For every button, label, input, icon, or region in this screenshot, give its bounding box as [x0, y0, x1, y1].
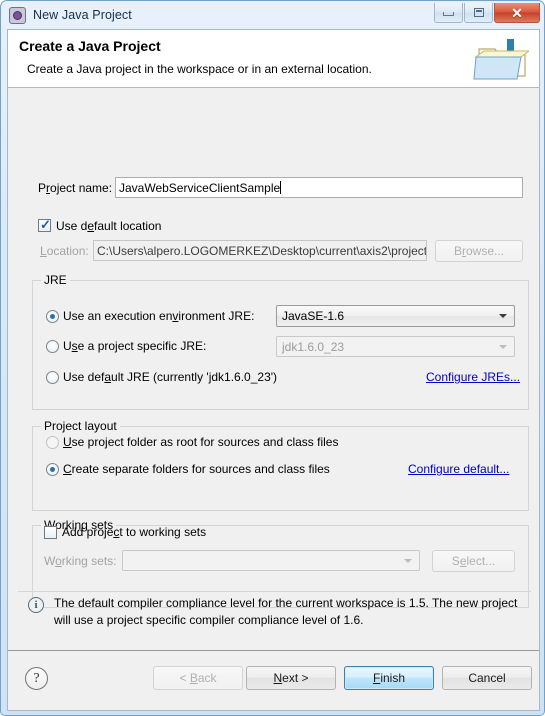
select-working-sets-button: Select... [432, 550, 515, 572]
radio-project-folder-root[interactable] [46, 436, 59, 449]
info-message-line2: will use a project specific compiler com… [54, 613, 364, 627]
jre-group-title: JRE [41, 273, 70, 287]
project-name-input[interactable]: JavaWebServiceClientSample [115, 177, 523, 198]
working-sets-label: Working sets: [44, 554, 117, 568]
info-message-line1: The default compiler compliance level fo… [54, 596, 518, 610]
back-label: < Back [179, 671, 217, 685]
java-project-icon [9, 6, 26, 24]
window-controls: ✕ [433, 3, 540, 23]
minimize-button[interactable] [434, 3, 463, 23]
add-project-to-working-sets-checkbox[interactable] [44, 526, 57, 539]
finish-label: Finish [372, 671, 406, 685]
radio-separate-folders[interactable] [46, 463, 59, 476]
project-specific-jre-value: jdk1.6.0_23 [282, 339, 345, 354]
text-caret [280, 181, 282, 194]
radio-default-jre[interactable] [46, 371, 59, 384]
dialog-footer: ? < Back Next > Finish Cancel [8, 651, 539, 708]
maximize-icon [473, 8, 484, 17]
window-title: New Java Project [33, 8, 132, 22]
project-specific-jre-combo: jdk1.6.0_23 [276, 336, 515, 357]
close-button[interactable]: ✕ [494, 3, 540, 23]
cancel-button[interactable]: Cancel [442, 666, 532, 690]
project-name-value: JavaWebServiceClientSample [119, 180, 281, 195]
dialog-client-area: Create a Java Project Create a Java proj… [7, 29, 540, 711]
add-project-to-working-sets-label: Add project to working sets [62, 525, 207, 539]
radio-dot-icon [50, 467, 55, 472]
execution-environment-value: JavaSE-1.6 [282, 309, 345, 323]
back-button: < Back [153, 666, 243, 690]
radio-project-specific-jre-label: Use a project specific JRE: [63, 339, 207, 353]
check-icon: ✓ [40, 217, 51, 232]
radio-separate-folders-label: Create separate folders for sources and … [63, 462, 330, 476]
use-default-location-label: Use default location [56, 219, 162, 233]
location-label: Location: [40, 244, 89, 258]
radio-default-jre-label: Use default JRE (currently 'jdk1.6.0_23'… [63, 370, 278, 384]
new-java-project-banner-icon [473, 39, 529, 80]
radio-execution-environment-jre-label: Use an execution environment JRE: [63, 309, 255, 323]
close-icon: ✕ [511, 4, 523, 21]
info-glyph: i [34, 599, 38, 611]
page-description: Create a Java project in the workspace o… [27, 62, 372, 76]
browse-label: Browse... [453, 244, 505, 258]
project-layout-group-title: Project layout [41, 419, 120, 433]
execution-environment-combo[interactable]: JavaSE-1.6 [276, 305, 515, 327]
information-icon: i [28, 597, 44, 613]
minimize-icon [443, 12, 454, 16]
chevron-down-icon [499, 344, 507, 349]
new-java-project-dialog: New Java Project ✕ Create a Java Project… [0, 0, 545, 716]
wizard-header: Create a Java Project Create a Java proj… [8, 30, 539, 88]
configure-default-link[interactable]: Configure default... [408, 462, 509, 476]
next-button[interactable]: Next > [246, 666, 336, 690]
location-input: C:\Users\alpero.LOGOMERKEZ\Desktop\curre… [93, 240, 427, 261]
radio-project-folder-root-label: Use project folder as root for sources a… [63, 435, 339, 449]
select-label: Select... [451, 554, 496, 568]
working-sets-combo [122, 550, 420, 571]
maximize-button[interactable] [464, 3, 493, 23]
info-separator [18, 591, 531, 592]
help-button[interactable]: ? [25, 667, 48, 690]
configure-jres-link[interactable]: Configure JREs... [426, 370, 520, 384]
location-value: C:\Users\alpero.LOGOMERKEZ\Desktop\curre… [97, 243, 427, 258]
radio-dot-icon [50, 314, 55, 319]
next-label: Next > [273, 671, 309, 685]
project-name-label: Project name: [38, 181, 113, 195]
finish-button[interactable]: Finish [344, 666, 434, 690]
radio-execution-environment-jre[interactable] [46, 310, 59, 323]
info-message: The default compiler compliance level fo… [54, 595, 524, 629]
page-title: Create a Java Project [19, 38, 161, 54]
use-default-location-checkbox[interactable]: ✓ [38, 217, 51, 232]
wizard-body: Project name: JavaWebServiceClientSample… [8, 88, 539, 651]
radio-project-specific-jre[interactable] [46, 340, 59, 353]
chevron-down-icon [499, 314, 507, 318]
chevron-down-icon [404, 558, 412, 563]
browse-button: Browse... [435, 240, 523, 262]
